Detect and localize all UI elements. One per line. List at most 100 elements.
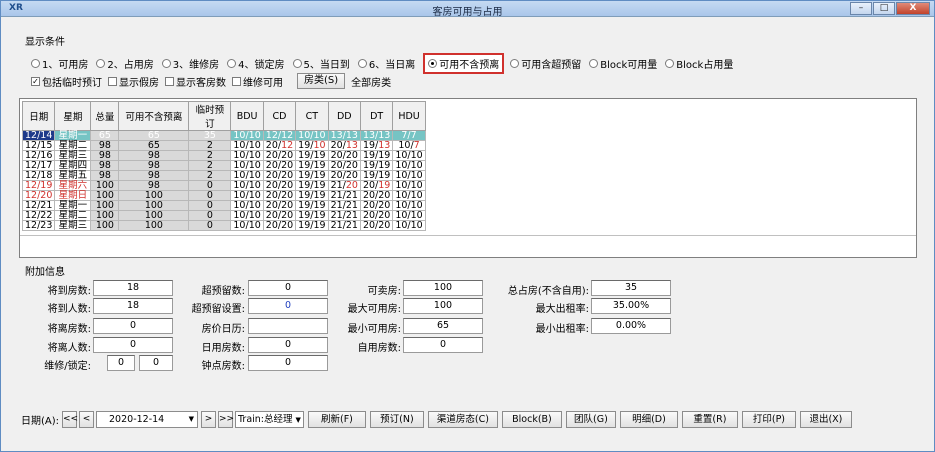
toolbar-button-3[interactable]: 渠道房态(C) bbox=[427, 411, 498, 428]
toolbar-button-6[interactable]: 明细(D) bbox=[619, 411, 678, 428]
display-mode-radio-8[interactable]: 可用含超预留 bbox=[510, 56, 581, 71]
grid-cell-avail: 98 bbox=[118, 170, 190, 181]
grid-header-cell[interactable]: CD bbox=[262, 101, 297, 131]
grid-header-cell[interactable]: 可用不含预离 bbox=[118, 101, 190, 131]
availability-grid[interactable]: 日期 星期 总量 可用不含预离 临时预订 BDU CD CT DD DT HDU 12/14 星期一 6… bbox=[19, 98, 917, 258]
grid-cell-bdu: 10/10 bbox=[230, 180, 264, 191]
option-checkbox-1[interactable]: ✓ 包括临时预订 bbox=[31, 74, 102, 89]
display-mode-radio-7[interactable]: 可用不含预离 bbox=[423, 53, 505, 74]
checkbox-label: 包括临时预订 bbox=[42, 77, 102, 89]
table-row[interactable]: 12/23 星期三 100 100 0 10/10 20/20 19/19 21/21 20/20… bbox=[21, 220, 426, 231]
table-row[interactable]: 12/17 星期四 98 98 2 10/10 20/20 19/19 20/20 19/19 10… bbox=[21, 160, 426, 171]
option-checkbox-3[interactable]: 显示客房数 bbox=[165, 74, 226, 89]
table-row[interactable]: 12/21 星期一 100 100 0 10/10 20/20 19/19 21/21 20/20… bbox=[21, 200, 426, 211]
grid-cell-avail: 65 bbox=[118, 140, 190, 151]
grid-cell-cd: 20/20 bbox=[262, 220, 297, 231]
grid-cell-avail: 100 bbox=[118, 210, 190, 221]
grid-cell-total: 100 bbox=[90, 210, 120, 221]
radio-label: 2、占用房 bbox=[107, 60, 154, 71]
checkbox-empty-icon bbox=[165, 76, 174, 86]
grid-cell-temp: 0 bbox=[188, 210, 232, 221]
grid-header-cell[interactable]: 总量 bbox=[90, 101, 120, 131]
next-date-button[interactable]: > bbox=[201, 411, 217, 428]
grid-header-cell[interactable]: CT bbox=[295, 101, 329, 131]
radio-empty-icon bbox=[589, 59, 599, 68]
option-checkbox-2[interactable]: 显示假房 bbox=[108, 74, 159, 89]
display-mode-radio-10[interactable]: Block占用量 bbox=[665, 56, 733, 71]
display-mode-radio-3[interactable]: 3、维修房 bbox=[161, 56, 220, 71]
checkbox-empty-icon bbox=[108, 76, 117, 86]
grid-cell-bdu: 10/10 bbox=[230, 150, 264, 161]
grid-header-cell[interactable]: HDU bbox=[392, 101, 426, 131]
self-use-value: 0 bbox=[403, 337, 483, 353]
toolbar-button-1[interactable]: 刷新(F) bbox=[307, 411, 366, 428]
grid-cell-weekday: 星期二 bbox=[54, 140, 92, 151]
grid-header-cell[interactable]: DT bbox=[359, 101, 394, 131]
grid-cell-date: 12/19 bbox=[21, 180, 56, 191]
grid-cell-bdu: 10/10 bbox=[230, 160, 264, 171]
day-use-value: 0 bbox=[248, 337, 328, 353]
radio-label: 3、维修房 bbox=[172, 60, 220, 71]
toolbar-button-2[interactable]: 预订(N) bbox=[369, 411, 424, 428]
grid-cell-dd: 21/21 bbox=[327, 220, 361, 231]
radio-label: 1、可用房 bbox=[42, 60, 89, 71]
toolbar-button-8[interactable]: 打印(P) bbox=[741, 411, 796, 428]
grid-cell-hdu: 10/10 bbox=[392, 220, 426, 231]
toolbar-button-4[interactable]: Block(B) bbox=[501, 411, 562, 428]
grid-cell-total: 98 bbox=[90, 170, 120, 181]
date-picker[interactable]: 2020-12-14 ▼ bbox=[96, 411, 199, 428]
prev-date-button[interactable]: < bbox=[79, 411, 95, 428]
grid-cell-ct: 19/19 bbox=[295, 220, 329, 231]
maximize-button[interactable]: □ bbox=[873, 2, 895, 15]
last-date-button[interactable]: >> bbox=[218, 411, 234, 428]
grid-cell-date: 12/17 bbox=[21, 160, 56, 171]
grid-header-cell[interactable]: DD bbox=[327, 101, 361, 131]
over-reserve-setting-input[interactable]: 0 bbox=[248, 298, 328, 314]
grid-cell-hdu: 10/10 bbox=[392, 200, 426, 211]
grid-header-cell[interactable]: 星期 bbox=[54, 101, 92, 131]
grid-cell-cd: 20/20 bbox=[262, 200, 297, 211]
grid-divider bbox=[20, 235, 916, 236]
grid-cell-date: 12/14 bbox=[21, 130, 56, 141]
table-row[interactable]: 12/18 星期五 98 98 2 10/10 20/20 19/19 20/20 19/19 10… bbox=[21, 170, 426, 181]
display-mode-radio-9[interactable]: Block可用量 bbox=[589, 56, 657, 71]
toolbar-button-7[interactable]: 重置(R) bbox=[681, 411, 738, 428]
grid-header-cell[interactable]: 日期 bbox=[21, 101, 56, 131]
table-row[interactable]: 12/16 星期三 98 98 2 10/10 20/20 19/19 20/20 19/19 10… bbox=[21, 150, 426, 161]
table-row[interactable]: 12/20 星期日 100 100 0 10/10 20/20 19/19 21/21 20/20… bbox=[21, 190, 426, 201]
grid-header-cell[interactable]: BDU bbox=[230, 101, 264, 131]
grid-cell-ct: 19/19 bbox=[295, 170, 329, 181]
price-calendar-value bbox=[248, 318, 328, 334]
minimize-button[interactable]: – bbox=[850, 2, 872, 15]
radio-empty-icon bbox=[510, 59, 520, 68]
grid-cell-hdu: 10/10 bbox=[392, 210, 426, 221]
display-mode-radio-5[interactable]: 5、当日到 bbox=[292, 56, 350, 71]
grid-cell-cd: 20/20 bbox=[262, 180, 297, 191]
grid-cell-ct: 19/19 bbox=[295, 150, 329, 161]
close-button[interactable]: X bbox=[896, 2, 930, 15]
display-mode-radio-4[interactable]: 4、锁定房 bbox=[227, 56, 285, 71]
operator-select[interactable]: Train:总经理 ▼ bbox=[235, 411, 304, 428]
grid-cell-date: 12/21 bbox=[21, 200, 56, 211]
grid-cell-date: 12/15 bbox=[21, 140, 56, 151]
table-row[interactable]: 12/14 星期一 65 65 35 10/10 12/12 10/10 13/13 13/13 7… bbox=[21, 130, 426, 141]
display-mode-radio-6[interactable]: 6、当日离 bbox=[357, 56, 415, 71]
room-type-button[interactable]: 房类(S) bbox=[297, 73, 346, 89]
toolbar-button-5[interactable]: 团队(G) bbox=[565, 411, 616, 428]
sellable-value: 100 bbox=[403, 280, 483, 296]
first-date-button[interactable]: << bbox=[62, 411, 78, 428]
grid-header-cell[interactable]: 临时预订 bbox=[188, 101, 232, 131]
grid-cell-total: 98 bbox=[90, 150, 120, 161]
display-mode-radio-1[interactable]: 1、可用房 bbox=[31, 56, 88, 71]
toolbar-button-9[interactable]: 退出(X) bbox=[799, 411, 852, 428]
option-checkbox-4[interactable]: 维修可用 bbox=[232, 74, 283, 89]
table-row[interactable]: 12/15 星期二 98 65 2 10/10 20/12 19/10 20/13 19/13 10… bbox=[21, 140, 426, 151]
grid-cell-temp: 35 bbox=[188, 130, 232, 141]
display-mode-radio-2[interactable]: 2、占用房 bbox=[96, 56, 154, 71]
grid-cell-dd: 21/21 bbox=[327, 210, 361, 221]
table-row[interactable]: 12/19 星期六 100 98 0 10/10 20/20 19/19 21/20 20/19 1… bbox=[21, 180, 426, 191]
dropdown-arrow-icon: ▼ bbox=[188, 415, 195, 423]
grid-cell-date: 12/23 bbox=[21, 220, 56, 231]
table-row[interactable]: 12/22 星期二 100 100 0 10/10 20/20 19/19 21/21 20/20… bbox=[21, 210, 426, 221]
grid-cell-dd: 21/21 bbox=[327, 200, 361, 211]
